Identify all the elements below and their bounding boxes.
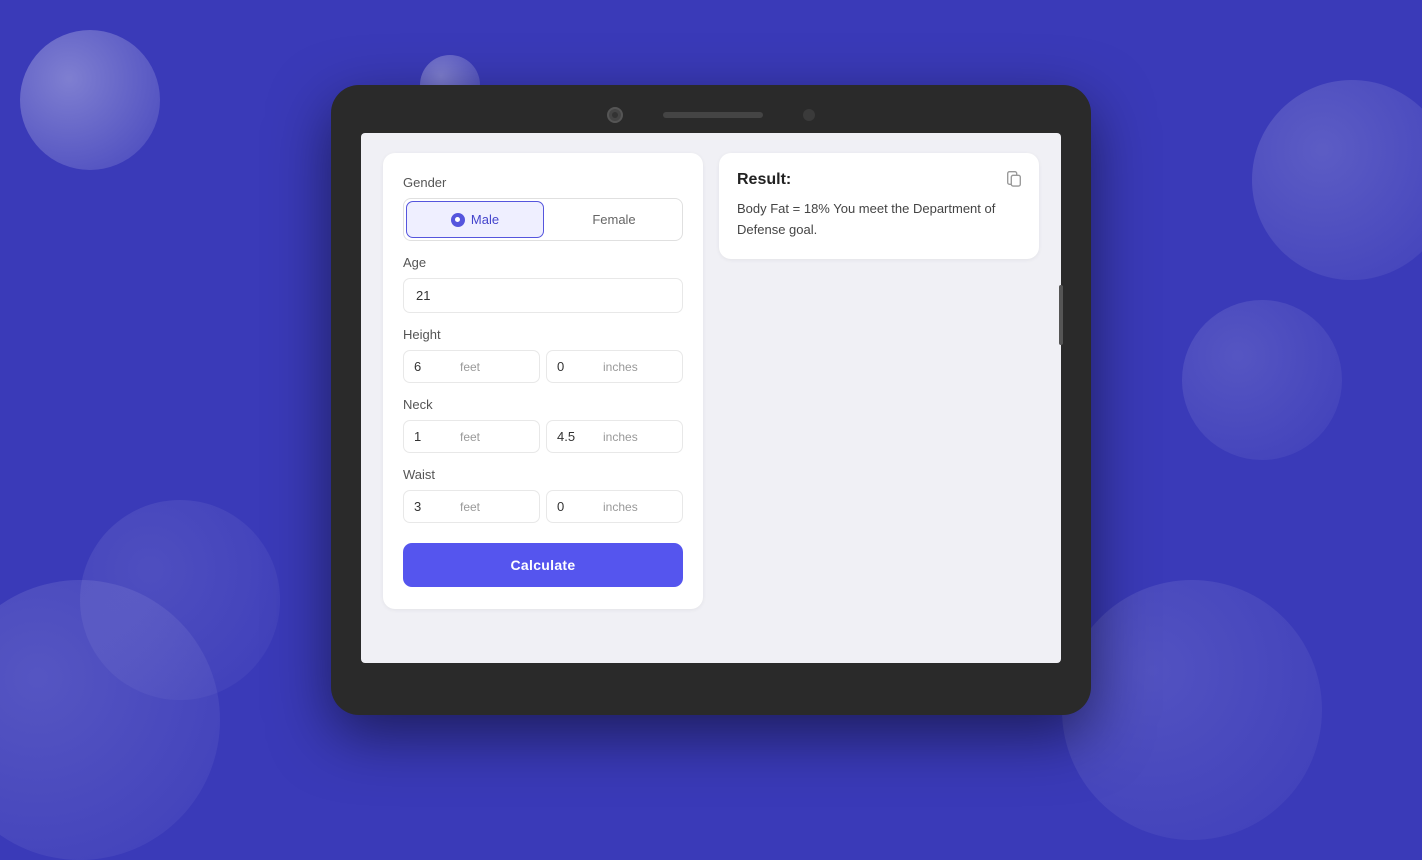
waist-feet-field: feet bbox=[403, 490, 540, 523]
bg-bubble-1 bbox=[20, 30, 160, 170]
height-inches-field: inches bbox=[546, 350, 683, 383]
female-button[interactable]: Female bbox=[546, 199, 682, 240]
male-label: Male bbox=[471, 212, 499, 227]
age-group: Age bbox=[403, 255, 683, 313]
neck-row: feet inches bbox=[403, 420, 683, 453]
sensor bbox=[803, 109, 815, 121]
front-camera bbox=[607, 107, 623, 123]
neck-inches-unit: inches bbox=[603, 430, 638, 444]
waist-group: Waist feet inches bbox=[403, 467, 683, 523]
tablet-top-bar bbox=[331, 95, 1091, 133]
age-label: Age bbox=[403, 255, 683, 270]
neck-feet-field: feet bbox=[403, 420, 540, 453]
height-feet-field: feet bbox=[403, 350, 540, 383]
neck-feet-unit: feet bbox=[460, 430, 480, 444]
height-feet-input[interactable] bbox=[414, 359, 454, 374]
waist-inches-field: inches bbox=[546, 490, 683, 523]
tablet-device: Gender Male Female Age Height bbox=[331, 85, 1091, 715]
bg-bubble-5 bbox=[80, 500, 280, 700]
height-feet-unit: feet bbox=[460, 360, 480, 374]
height-label: Height bbox=[403, 327, 683, 342]
gender-label: Gender bbox=[403, 175, 683, 190]
form-panel: Gender Male Female Age Height bbox=[383, 153, 703, 609]
speaker bbox=[663, 112, 763, 118]
waist-inches-input[interactable] bbox=[557, 499, 597, 514]
tablet-screen: Gender Male Female Age Height bbox=[361, 133, 1061, 663]
result-title: Result: bbox=[737, 171, 1021, 189]
bg-bubble-6 bbox=[1062, 580, 1322, 840]
gender-toggle: Male Female bbox=[403, 198, 683, 241]
gender-group: Gender Male Female bbox=[403, 175, 683, 241]
bg-bubble-3 bbox=[1252, 80, 1422, 280]
copy-button[interactable] bbox=[1003, 167, 1025, 192]
radio-dot-male bbox=[451, 213, 465, 227]
calculate-button[interactable]: Calculate bbox=[403, 543, 683, 587]
height-inches-unit: inches bbox=[603, 360, 638, 374]
neck-inches-input[interactable] bbox=[557, 429, 597, 444]
waist-label: Waist bbox=[403, 467, 683, 482]
age-input[interactable] bbox=[403, 278, 683, 313]
male-button[interactable]: Male bbox=[406, 201, 544, 238]
bg-bubble-7 bbox=[1182, 300, 1342, 460]
waist-inches-unit: inches bbox=[603, 500, 638, 514]
copy-icon bbox=[1005, 169, 1023, 187]
height-group: Height feet inches bbox=[403, 327, 683, 383]
waist-feet-input[interactable] bbox=[414, 499, 454, 514]
neck-inches-field: inches bbox=[546, 420, 683, 453]
neck-label: Neck bbox=[403, 397, 683, 412]
waist-row: feet inches bbox=[403, 490, 683, 523]
result-body: Body Fat = 18% You meet the Department o… bbox=[737, 199, 1021, 241]
result-panel: Result: Body Fat = 18% You meet the Depa… bbox=[719, 153, 1039, 259]
scroll-indicator bbox=[1059, 285, 1063, 345]
height-inches-input[interactable] bbox=[557, 359, 597, 374]
female-label: Female bbox=[592, 212, 635, 227]
neck-feet-input[interactable] bbox=[414, 429, 454, 444]
height-row: feet inches bbox=[403, 350, 683, 383]
neck-group: Neck feet inches bbox=[403, 397, 683, 453]
waist-feet-unit: feet bbox=[460, 500, 480, 514]
